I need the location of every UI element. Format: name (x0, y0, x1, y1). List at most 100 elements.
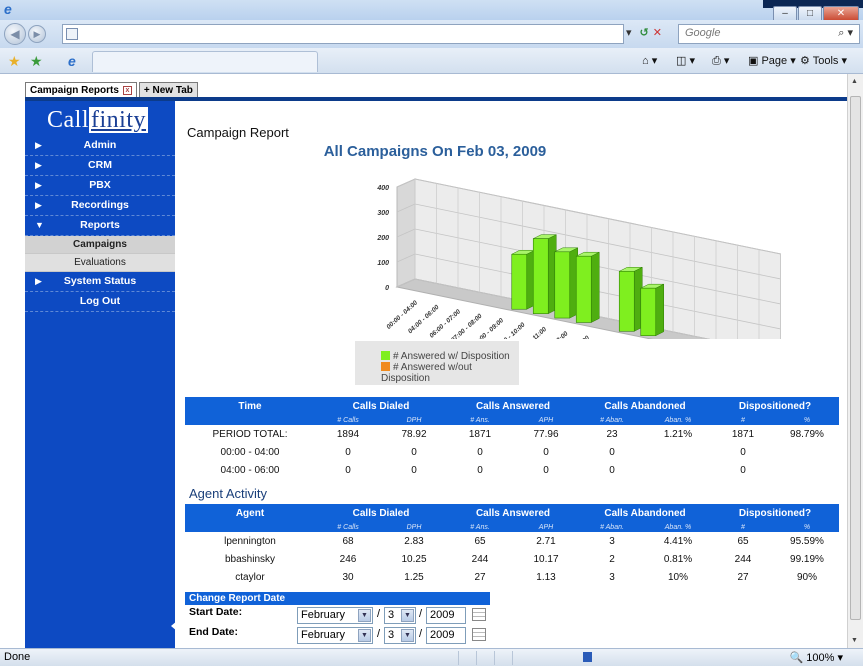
sidebar-item-reports[interactable]: ▼ Reports (25, 216, 175, 236)
sidebar-item-log-out[interactable]: Log Out (25, 292, 175, 312)
status-divider (476, 651, 477, 665)
page-viewport: Campaign Reports x + New Tab Callfinity … (0, 74, 863, 648)
table-cell: 244 (734, 553, 752, 565)
table-cell: 0 (740, 464, 746, 476)
url-input[interactable] (62, 24, 624, 44)
legend-swatch (381, 362, 390, 371)
table-cell: 0 (609, 464, 615, 476)
table-cell: 23 (606, 428, 618, 440)
sidebar-menu: ▶ Admin ▶ CRM ▶ PBX ▶ Recordings ▼ Reports Ca… (25, 136, 175, 312)
table-cell: 1.13 (536, 571, 556, 583)
table-cell: 0 (543, 446, 549, 458)
sidebar-item-recordings[interactable]: ▶ Recordings (25, 196, 175, 216)
table-subheader-row: # Calls DPH # Ans. APH # Aban. Aban. % #% (185, 522, 839, 532)
search-icon[interactable]: ⌕ ▾ (838, 26, 853, 40)
date-separator: / (377, 608, 381, 620)
table-cell: 0 (345, 446, 351, 458)
table-cell: bbashinsky (224, 553, 276, 565)
sidebar-item-system-status[interactable]: ▶ System Status (25, 272, 175, 292)
feeds-icon[interactable]: ◫ ▾ (676, 54, 695, 67)
column-subheader: # (711, 415, 775, 425)
change-report-date-title: Change Report Date (185, 592, 490, 605)
expand-arrow-icon: ▶ (35, 276, 42, 286)
browser-tab[interactable] (92, 51, 318, 72)
print-icon[interactable]: ⎙ ▾ (712, 54, 729, 68)
sidebar-subitem-campaigns[interactable]: Campaigns (25, 236, 175, 254)
search-placeholder: Google (685, 27, 721, 39)
forward-button[interactable]: ▶ (28, 25, 46, 43)
column-header: Calls Answered (447, 397, 579, 415)
vertical-scrollbar[interactable]: ▲ ▼ (847, 74, 863, 648)
column-subheader (185, 415, 315, 425)
zoom-control[interactable]: 🔍 100% ▾ (790, 651, 843, 664)
start-month-select[interactable]: February ▼ (297, 607, 373, 624)
end-calendar-icon[interactable] (472, 628, 486, 641)
legend-item-with-disposition: # Answered w/ Disposition (381, 351, 519, 362)
legend-label: # Answered w/ Disposition (393, 351, 510, 362)
chevron-down-icon: ▼ (358, 629, 371, 642)
table-cell: PERIOD TOTAL: (212, 428, 288, 440)
y-tick-label: 300 (377, 210, 389, 217)
table-cell: 3 (609, 571, 615, 583)
table-header-row: Agent Calls Dialed Calls Answered Calls Aba… (185, 504, 839, 522)
search-input[interactable]: Google ⌕ ▾ (678, 24, 860, 44)
url-dropdown-icon[interactable]: ▾ (626, 27, 632, 39)
scrollbar-thumb[interactable] (850, 96, 861, 620)
start-day-select[interactable]: 3 ▼ (384, 607, 416, 624)
scroll-down-icon[interactable]: ▼ (851, 637, 858, 644)
sidebar-item-admin[interactable]: ▶ Admin (25, 136, 175, 156)
column-subheader: # Aban. (579, 415, 645, 425)
sidebar-subitem-evaluations[interactable]: Evaluations (25, 254, 175, 272)
tab-campaign-reports[interactable]: Campaign Reports x (25, 82, 137, 98)
table-cell: 1.21% (663, 428, 693, 440)
collapse-arrow-icon: ▼ (35, 220, 44, 230)
sidebar-item-label: PBX (89, 179, 111, 191)
table-cell: 04:00 - 06:00 (220, 464, 280, 476)
table-cell: 0 (477, 464, 483, 476)
table-cell: 90% (796, 571, 817, 583)
start-date-label: Start Date: (189, 606, 243, 618)
page-menu[interactable]: ▣ Page ▾ (748, 54, 796, 67)
tab-close-icon[interactable]: x (122, 86, 132, 95)
campaign-bar-chart: 010020030040000:00 - 04:0004:00 - 06:000… (376, 178, 781, 339)
bar (640, 287, 657, 336)
sidebar-item-pbx[interactable]: ▶ PBX (25, 176, 175, 196)
table-cell: 1871 (731, 428, 755, 440)
column-header: Dispositioned? (711, 504, 839, 522)
agent-activity-table: Agent Calls Dialed Calls Answered Calls Aba… (185, 504, 839, 586)
scroll-up-icon[interactable]: ▲ (851, 78, 858, 85)
table-cell: ctaylor (235, 571, 265, 583)
chevron-down-icon: ▼ (401, 629, 414, 642)
start-year-input[interactable]: 2009 (426, 607, 466, 624)
app-frame: Callfinity ▶ Admin ▶ CRM ▶ PBX ▶ Recordings … (25, 97, 847, 648)
sidebar-item-crm[interactable]: ▶ CRM (25, 156, 175, 176)
column-header: Calls Answered (447, 504, 579, 522)
end-day-select[interactable]: 3 ▼ (384, 627, 416, 644)
refresh-icon[interactable]: ↺ (640, 27, 649, 39)
table-row: lpennington 68 2.83 65 2.71 3 4.41% 65 95.59% (185, 532, 839, 550)
back-button[interactable]: ◀ (4, 23, 26, 45)
end-month-select[interactable]: February ▼ (297, 627, 373, 644)
page-icon (66, 28, 78, 40)
table-cell: 68 (342, 535, 354, 547)
stop-icon[interactable]: ✕ (653, 27, 662, 39)
column-header: Agent (185, 504, 315, 522)
tab-new[interactable]: + New Tab (138, 82, 198, 98)
home-icon[interactable]: ⌂ ▾ (642, 54, 657, 67)
protected-mode-icon (583, 652, 592, 662)
legend-swatch (381, 351, 390, 360)
table-cell: lpennington (224, 535, 276, 547)
add-favorite-icon[interactable]: ★ (30, 53, 43, 70)
table-cell: 4.41% (663, 535, 693, 547)
bar-side (655, 283, 664, 337)
table-cell: 77.96 (533, 428, 559, 440)
app-tabs: Campaign Reports x + New Tab (25, 82, 200, 98)
tools-menu[interactable]: ⚙ Tools ▾ (800, 54, 847, 67)
column-subheader: Aban. % (645, 415, 711, 425)
sidebar: Callfinity ▶ Admin ▶ CRM ▶ PBX ▶ Recordings … (25, 101, 175, 648)
favorites-star-icon[interactable]: ★ (8, 53, 21, 70)
start-calendar-icon[interactable] (472, 608, 486, 621)
end-year-input[interactable]: 2009 (426, 627, 466, 644)
bar (532, 238, 549, 314)
column-header: Calls Abandoned (579, 504, 711, 522)
